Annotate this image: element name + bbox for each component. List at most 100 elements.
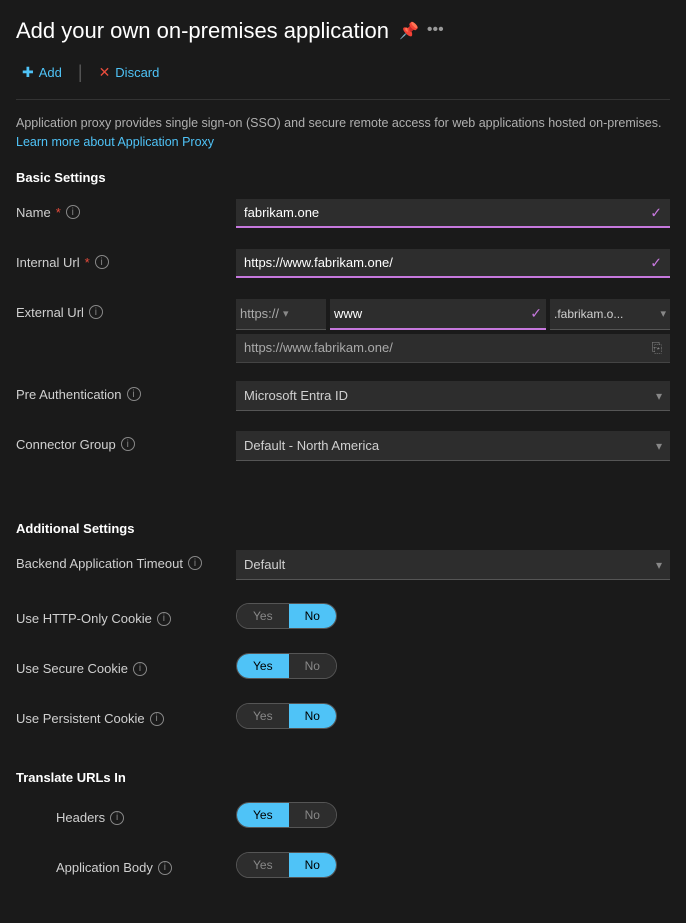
name-label: Name * i: [16, 199, 236, 220]
pin-icon[interactable]: 📌: [399, 21, 419, 41]
external-url-label: External Url i: [16, 299, 236, 320]
learn-more-link[interactable]: Learn more about Application Proxy: [16, 135, 214, 149]
backend-timeout-label: Backend Application Timeout i: [16, 550, 236, 571]
headers-toggle: Yes No: [236, 802, 337, 828]
secure-cookie-control: Yes No: [236, 653, 670, 679]
discard-button[interactable]: ✕ Discard: [93, 60, 166, 85]
app-body-info-icon[interactable]: i: [158, 861, 172, 875]
headers-control: Yes No: [236, 802, 670, 828]
external-url-info-icon[interactable]: i: [89, 305, 103, 319]
persistent-cookie-label: Use Persistent Cookie i: [16, 705, 236, 726]
external-url-subdomain-input[interactable]: ✓: [330, 299, 546, 330]
pre-auth-row: Pre Authentication i Microsoft Entra ID …: [16, 381, 670, 413]
pre-auth-select[interactable]: Microsoft Entra ID Passthrough: [236, 381, 670, 411]
translate-urls-title: Translate URLs In: [16, 770, 670, 785]
backend-timeout-control: Default Long ▾: [236, 550, 670, 580]
http-only-info-icon[interactable]: i: [157, 612, 171, 626]
secure-cookie-info-icon[interactable]: i: [133, 662, 147, 676]
backend-timeout-select[interactable]: Default Long: [236, 550, 670, 580]
connector-group-row: Connector Group i Default - North Americ…: [16, 431, 670, 463]
external-url-readonly-text: https://www.fabrikam.one/: [244, 340, 393, 355]
pre-auth-label: Pre Authentication i: [16, 381, 236, 402]
subdomain-check-icon: ✓: [530, 305, 542, 322]
backend-timeout-row: Backend Application Timeout i Default Lo…: [16, 550, 670, 582]
persistent-cookie-row: Use Persistent Cookie i Yes No: [16, 700, 670, 732]
scheme-text: https://: [240, 306, 279, 321]
subdomain-field[interactable]: [334, 306, 526, 321]
persistent-cookie-toggle: Yes No: [236, 703, 337, 729]
http-only-row: Use HTTP-Only Cookie i Yes No: [16, 600, 670, 632]
name-check-icon: ✓: [650, 205, 662, 222]
app-body-toggle: Yes No: [236, 852, 337, 878]
external-url-domain-select[interactable]: .fabrikam.o... ▾: [550, 299, 670, 330]
internal-url-control: ✓: [236, 249, 670, 278]
more-options-icon[interactable]: •••: [427, 21, 444, 41]
discard-label: Discard: [115, 65, 159, 80]
app-body-control: Yes No: [236, 852, 670, 878]
secure-cookie-row: Use Secure Cookie i Yes No: [16, 650, 670, 682]
add-button[interactable]: ✚ Add: [16, 60, 68, 85]
internal-url-check-icon: ✓: [650, 255, 662, 272]
external-url-control: https:// ▾ ✓ .fabrikam.o... ▾ https://ww…: [236, 299, 670, 363]
app-body-row: Application Body i Yes No: [16, 849, 670, 881]
additional-settings-title: Additional Settings: [16, 521, 670, 536]
secure-cookie-yes-button[interactable]: Yes: [237, 654, 289, 678]
connector-group-control: Default - North America Default - Europe…: [236, 431, 670, 461]
http-only-toggle: Yes No: [236, 603, 337, 629]
app-body-yes-button[interactable]: Yes: [237, 853, 289, 877]
internal-url-label: Internal Url * i: [16, 249, 236, 270]
internal-url-info-icon[interactable]: i: [95, 255, 109, 269]
app-body-label: Application Body i: [56, 854, 236, 875]
backend-timeout-select-wrapper: Default Long ▾: [236, 550, 670, 580]
app-body-no-button[interactable]: No: [289, 853, 336, 877]
connector-group-select[interactable]: Default - North America Default - Europe: [236, 431, 670, 461]
internal-url-required-star: *: [85, 255, 90, 270]
discard-icon: ✕: [99, 64, 111, 81]
backend-timeout-info-icon[interactable]: i: [188, 556, 202, 570]
headers-row: Headers i Yes No: [16, 799, 670, 831]
domain-text: .fabrikam.o...: [554, 307, 623, 321]
connector-group-label: Connector Group i: [16, 431, 236, 452]
basic-settings-title: Basic Settings: [16, 170, 670, 185]
connector-group-select-wrapper: Default - North America Default - Europe…: [236, 431, 670, 461]
headers-label: Headers i: [56, 804, 236, 825]
name-required-star: *: [56, 205, 61, 220]
http-only-yes-button[interactable]: Yes: [237, 604, 289, 628]
headers-info-icon[interactable]: i: [110, 811, 124, 825]
http-only-no-button[interactable]: No: [289, 604, 336, 628]
persistent-cookie-info-icon[interactable]: i: [150, 712, 164, 726]
name-control: ✓: [236, 199, 670, 228]
secure-cookie-label: Use Secure Cookie i: [16, 655, 236, 676]
pre-auth-info-icon[interactable]: i: [127, 387, 141, 401]
page-title: Add your own on-premises application 📌 •…: [16, 18, 670, 44]
external-url-readonly: https://www.fabrikam.one/ ⎘: [236, 334, 670, 363]
toolbar-divider: |: [78, 62, 83, 83]
name-row: Name * i ✓: [16, 199, 670, 231]
external-url-row: External Url i https:// ▾ ✓ .fabrikam.o.…: [16, 299, 670, 363]
name-info-icon[interactable]: i: [66, 205, 80, 219]
copy-icon[interactable]: ⎘: [652, 340, 662, 356]
info-banner: Application proxy provides single sign-o…: [16, 114, 670, 152]
secure-cookie-no-button[interactable]: No: [289, 654, 336, 678]
toolbar: ✚ Add | ✕ Discard: [16, 60, 670, 100]
connector-group-info-icon[interactable]: i: [121, 437, 135, 451]
pre-auth-select-wrapper: Microsoft Entra ID Passthrough ▾: [236, 381, 670, 411]
http-only-control: Yes No: [236, 603, 670, 629]
pre-auth-control: Microsoft Entra ID Passthrough ▾: [236, 381, 670, 411]
name-input-wrapper: [236, 199, 670, 228]
secure-cookie-toggle: Yes No: [236, 653, 337, 679]
add-label: Add: [39, 65, 62, 80]
name-input[interactable]: [244, 205, 662, 220]
headers-yes-button[interactable]: Yes: [237, 803, 289, 827]
internal-url-input-wrapper: [236, 249, 670, 278]
headers-no-button[interactable]: No: [289, 803, 336, 827]
internal-url-input[interactable]: [244, 255, 662, 270]
add-icon: ✚: [22, 64, 34, 81]
page-title-text: Add your own on-premises application: [16, 18, 389, 44]
internal-url-row: Internal Url * i ✓: [16, 249, 670, 281]
info-text-content: Application proxy provides single sign-o…: [16, 116, 661, 130]
persistent-cookie-yes-button[interactable]: Yes: [237, 704, 289, 728]
scheme-chevron: ▾: [283, 307, 289, 320]
external-url-scheme-select[interactable]: https:// ▾: [236, 299, 326, 330]
persistent-cookie-no-button[interactable]: No: [289, 704, 336, 728]
